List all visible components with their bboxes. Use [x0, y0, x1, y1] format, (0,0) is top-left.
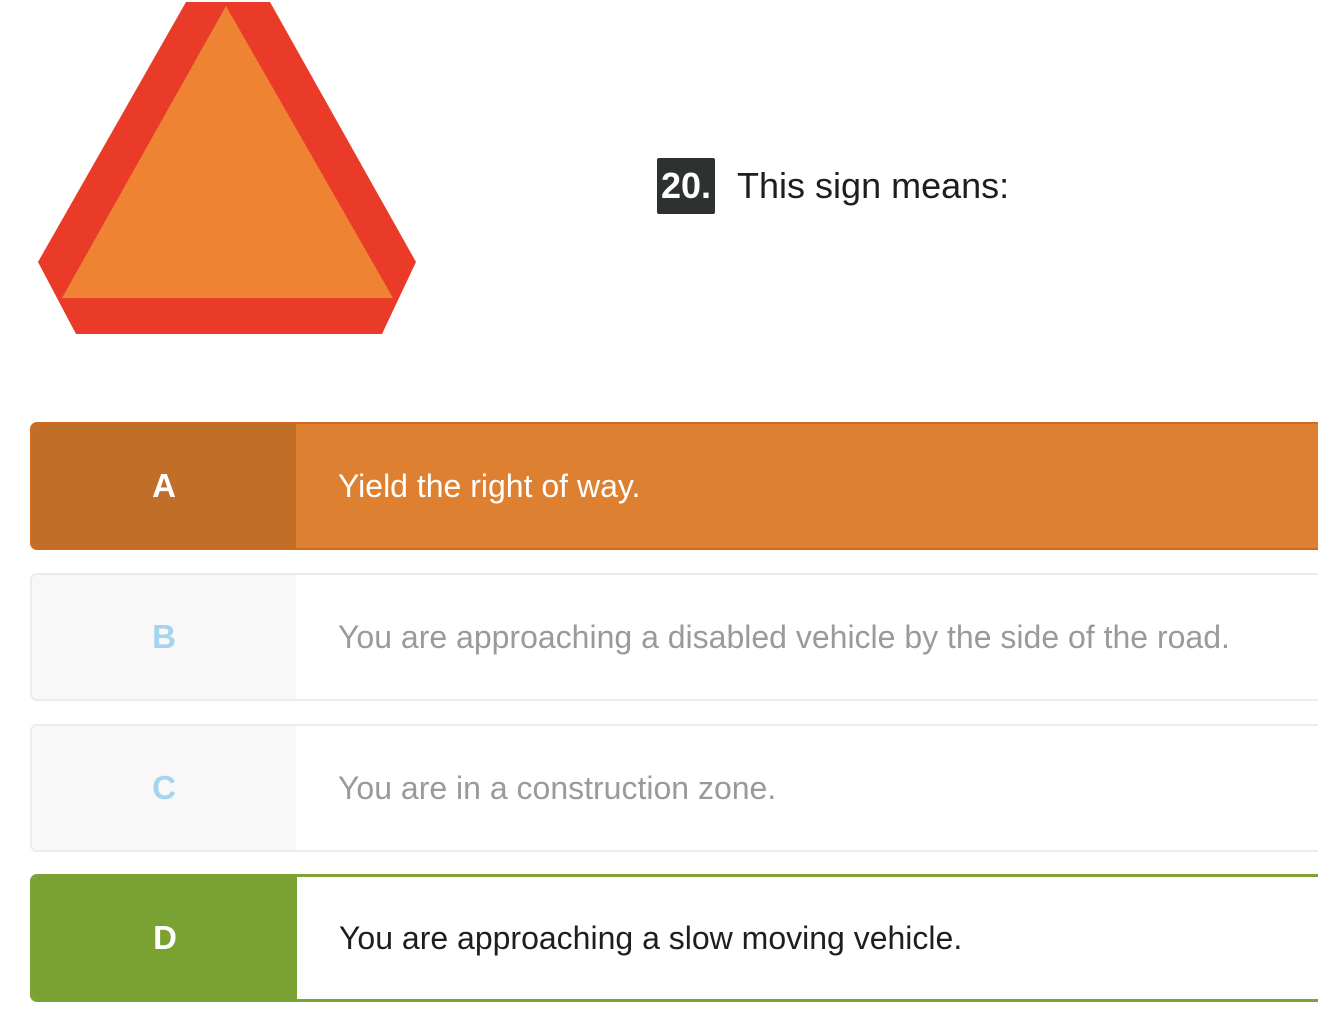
answer-option-c[interactable]: C You are in a construction zone.	[30, 724, 1318, 852]
option-text: You are approaching a slow moving vehicl…	[339, 919, 963, 956]
quiz-page: 20. This sign means: A Yield the right o…	[0, 0, 1318, 1020]
question-number-badge: 20.	[657, 158, 716, 214]
answer-option-d[interactable]: D You are approaching a slow moving vehi…	[30, 874, 1318, 1002]
option-letter: A	[32, 424, 296, 548]
option-letter: C	[32, 726, 296, 850]
option-letter: D	[33, 877, 297, 999]
option-text: You are in a construction zone.	[338, 769, 777, 806]
question-text: This sign means:	[737, 165, 1010, 206]
option-text: Yield the right of way.	[338, 467, 641, 504]
slow-moving-vehicle-sign-icon	[38, 2, 416, 334]
answer-option-b[interactable]: B You are approaching a disabled vehicle…	[30, 573, 1318, 701]
answer-option-a[interactable]: A Yield the right of way.	[30, 422, 1318, 550]
option-letter: B	[32, 575, 296, 699]
question-header: 20. This sign means:	[657, 158, 1009, 214]
option-text: You are approaching a disabled vehicle b…	[338, 618, 1230, 655]
